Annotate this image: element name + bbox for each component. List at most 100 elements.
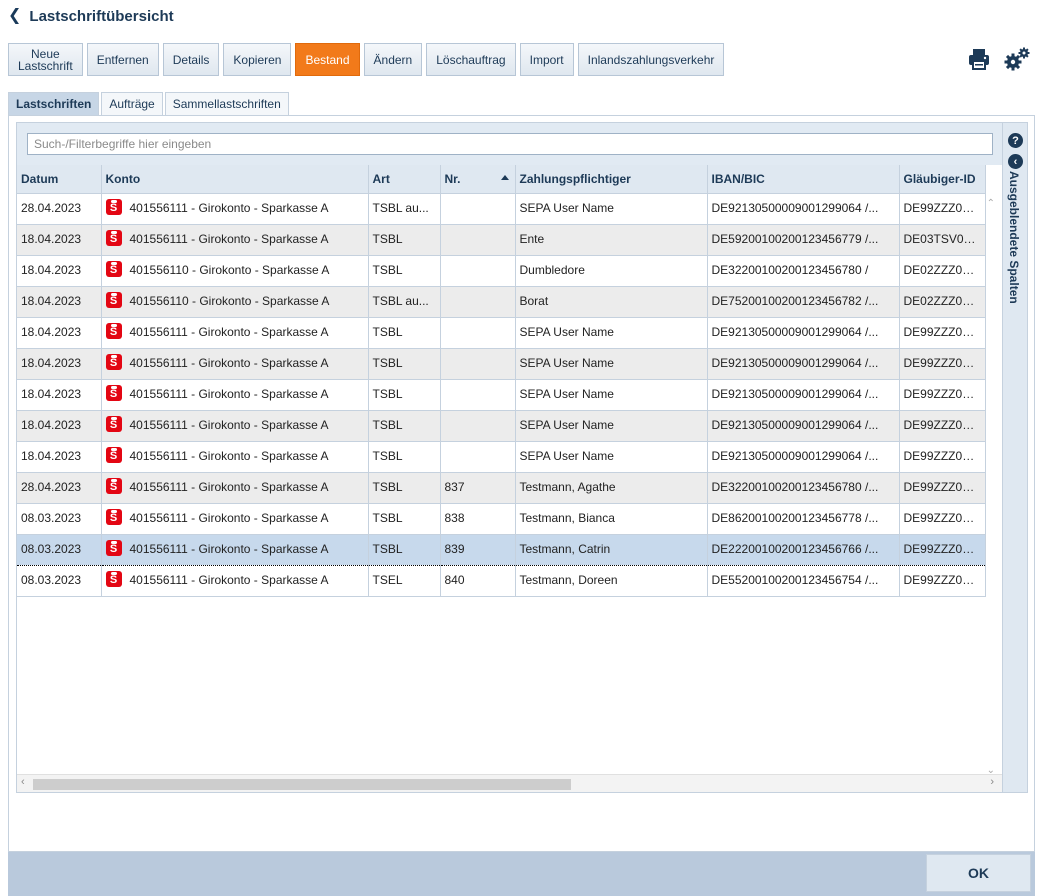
sparkasse-icon — [105, 384, 122, 401]
sparkasse-icon — [105, 570, 122, 587]
chevron-left-icon: ❮ — [8, 7, 22, 24]
horizontal-scrollbar[interactable]: ‹ › — [17, 774, 1002, 792]
column-header-nr[interactable]: Nr. — [440, 165, 516, 194]
table-row[interactable]: 08.03.2023 401556111 - Girokonto - Sparka… — [17, 533, 986, 566]
sparkasse-icon — [105, 508, 122, 525]
domestic-payments-button[interactable]: Inlandszahlungsverkehr — [577, 43, 725, 76]
cell-text: DE55200100200123456754 /... — [711, 572, 879, 587]
cell-text: 401556111 - Girokonto - Sparkasse A — [129, 479, 329, 494]
tab-lastschriften[interactable]: Lastschriften — [8, 92, 100, 115]
cell-text: 838 — [444, 510, 465, 525]
tab-sammellastschriften[interactable]: Sammellastschriften — [164, 92, 289, 115]
sparkasse-icon — [105, 198, 122, 215]
cell-konto: 401556111 - Girokonto - Sparkasse A — [101, 503, 369, 535]
cell-text: 839 — [444, 541, 465, 556]
column-header-zahlungspflichtiger[interactable]: Zahlungspflichtiger — [515, 165, 708, 194]
cell-art: TSBL au... — [368, 193, 441, 225]
cell-nr: 838 — [440, 503, 516, 535]
table-row[interactable]: 18.04.2023 401556111 - Girokonto - Sparka… — [17, 348, 986, 380]
cell-text: TSBL — [372, 231, 403, 246]
hidden-columns-panel[interactable]: ? ‹ Ausgeblendete Spalten — [1002, 123, 1027, 792]
cell-text: TSBL — [372, 355, 403, 370]
cell-iban-bic: DE92130500009001299064 /... — [707, 193, 900, 225]
table-row[interactable]: 28.04.2023 401556111 - Girokonto - Sparka… — [17, 193, 986, 225]
cell-art: TSBL — [368, 255, 441, 287]
table-row[interactable]: 08.03.2023 401556111 - Girokonto - Sparka… — [17, 565, 986, 597]
column-header-iban-bic[interactable]: IBAN/BIC — [707, 165, 900, 194]
cell-glaeubiger-id: DE02ZZZ012... — [899, 255, 986, 287]
cell-datum: 18.04.2023 — [17, 348, 102, 380]
table-row[interactable]: 28.04.2023 401556111 - Girokonto - Sparka… — [17, 472, 986, 504]
cell-glaeubiger-id: DE99ZZZ056... — [899, 533, 986, 566]
cell-glaeubiger-id: DE99ZZZ056... — [899, 503, 986, 535]
scrollbar-thumb[interactable] — [33, 779, 571, 790]
table-row[interactable]: 18.04.2023 401556111 - Girokonto - Sparka… — [17, 317, 986, 349]
ok-button[interactable]: OK — [926, 854, 1031, 892]
cell-glaeubiger-id: DE02ZZZ012... — [899, 286, 986, 318]
cell-iban-bic: DE22200100200123456766 /... — [707, 533, 900, 566]
cell-iban-bic: DE32200100200123456780 /... — [707, 472, 900, 504]
delete-order-button[interactable]: Löschauftrag — [426, 43, 516, 76]
cell-text: 401556111 - Girokonto - Sparkasse A — [129, 510, 329, 525]
column-header-art[interactable]: Art — [368, 165, 441, 194]
table-row[interactable]: 18.04.2023 401556111 - Girokonto - Sparka… — [17, 410, 986, 442]
cell-text: DE99ZZZ056... — [903, 510, 985, 525]
column-header-datum[interactable]: Datum — [17, 165, 102, 194]
edit-button[interactable]: Ändern — [363, 43, 423, 76]
chevron-left-icon[interactable]: ‹ — [1008, 154, 1023, 169]
scroll-right-icon[interactable]: › — [990, 776, 994, 788]
cell-text: TSEL — [372, 572, 403, 587]
cell-nr — [440, 379, 516, 411]
cell-text: SEPA User Name — [519, 200, 614, 215]
cell-datum: 08.03.2023 — [17, 503, 102, 535]
question-icon[interactable]: ? — [1008, 133, 1023, 148]
cell-zahlungspflichtiger: Testmann, Doreen — [515, 565, 708, 597]
table-row[interactable]: 18.04.2023 401556110 - Girokonto - Sparka… — [17, 255, 986, 287]
table-row[interactable]: 18.04.2023 401556110 - Girokonto - Sparka… — [17, 286, 986, 318]
cell-zahlungspflichtiger: SEPA User Name — [515, 348, 708, 380]
settings-icon[interactable] — [1003, 44, 1031, 74]
scroll-up-icon[interactable]: ⌃ — [987, 198, 995, 209]
cell-nr: 839 — [440, 533, 516, 566]
inventory-button[interactable]: Bestand — [295, 43, 360, 76]
new-direct-debit-button[interactable]: Neue Lastschrift — [8, 43, 83, 76]
import-button[interactable]: Import — [519, 43, 574, 76]
cell-text: TSBL — [372, 541, 403, 556]
cell-text: Testmann, Doreen — [519, 572, 618, 587]
cell-text: SEPA User Name — [519, 448, 614, 463]
column-header-label: IBAN/BIC — [711, 171, 765, 186]
cell-text: TSBL — [372, 510, 403, 525]
back-link[interactable]: ❮ Lastschriftübersicht — [8, 6, 174, 26]
details-button[interactable]: Details — [162, 43, 220, 76]
cell-glaeubiger-id: DE99ZZZ056... — [899, 410, 986, 442]
column-header-glaeubiger-id[interactable]: Gläubiger-ID — [899, 165, 986, 194]
cell-konto: 401556111 - Girokonto - Sparkasse A — [101, 224, 369, 256]
cell-text: 401556110 - Girokonto - Sparkasse A — [129, 262, 330, 277]
hidden-columns-label[interactable]: Ausgeblendete Spalten — [1007, 171, 1021, 304]
cell-nr — [440, 224, 516, 256]
cell-text: 18.04.2023 — [21, 293, 82, 308]
remove-button[interactable]: Entfernen — [86, 43, 159, 76]
cell-text: DE92130500009001299064 /... — [711, 448, 879, 463]
table-row[interactable]: 18.04.2023 401556111 - Girokonto - Sparka… — [17, 224, 986, 256]
cell-konto: 401556111 - Girokonto - Sparkasse A — [101, 379, 369, 411]
cell-text: 401556111 - Girokonto - Sparkasse A — [129, 448, 329, 463]
cell-text: 401556110 - Girokonto - Sparkasse A — [129, 293, 330, 308]
copy-button[interactable]: Kopieren — [223, 43, 292, 76]
cell-iban-bic: DE86200100200123456778 /... — [707, 503, 900, 535]
cell-text: DE32200100200123456780 /... — [711, 479, 879, 494]
scroll-left-icon[interactable]: ‹ — [21, 776, 25, 788]
sparkasse-icon — [105, 322, 122, 339]
table-row[interactable]: 08.03.2023 401556111 - Girokonto - Sparka… — [17, 503, 986, 535]
search-input[interactable] — [27, 133, 993, 155]
sparkasse-icon — [105, 260, 122, 277]
table-row[interactable]: 18.04.2023 401556111 - Girokonto - Sparka… — [17, 379, 986, 411]
cell-text: DE99ZZZ056... — [903, 324, 985, 339]
table-row[interactable]: 18.04.2023 401556111 - Girokonto - Sparka… — [17, 441, 986, 473]
cell-text: DE32200100200123456780 / — [711, 262, 869, 277]
column-header-konto[interactable]: Konto — [101, 165, 369, 194]
tab-auftr-ge[interactable]: Aufträge — [101, 92, 163, 115]
print-icon[interactable] — [965, 44, 993, 74]
cell-text: TSBL — [372, 479, 403, 494]
cell-datum: 18.04.2023 — [17, 441, 102, 473]
